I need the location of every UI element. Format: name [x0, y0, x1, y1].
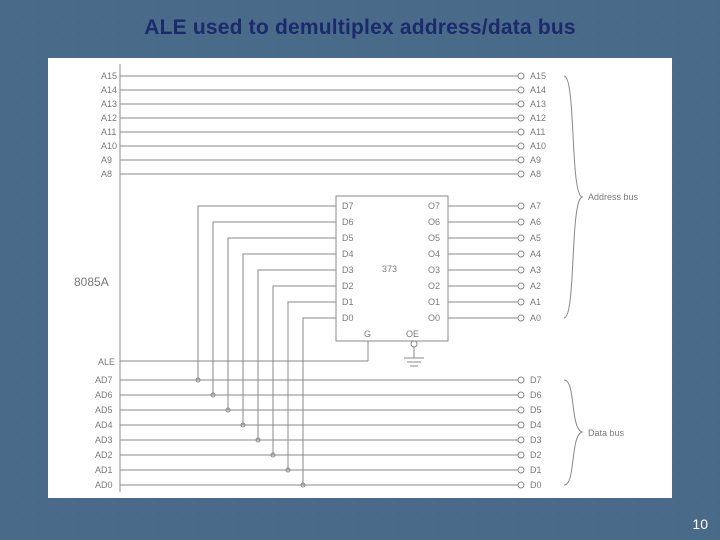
svg-text:D5: D5 — [530, 405, 542, 415]
svg-text:A0: A0 — [530, 313, 541, 323]
slide-title: ALE used to demultiplex address/data bus — [0, 16, 720, 40]
svg-text:A6: A6 — [530, 217, 541, 227]
svg-text:AD4: AD4 — [95, 420, 113, 430]
svg-text:A13: A13 — [101, 99, 117, 109]
svg-text:A2: A2 — [530, 281, 541, 291]
svg-text:AD6: AD6 — [95, 390, 113, 400]
svg-text:O7: O7 — [428, 201, 440, 211]
latch-pins: D7 O7 A7 D6 O6 A6 D5 O5 A5 D4 O4 A4 — [342, 201, 541, 323]
svg-text:AD2: AD2 — [95, 450, 113, 460]
schematic-diagram: 8085A A15 A15 A14 A14 A13 A13 A12 A12 — [48, 58, 672, 498]
ad-bus-group: AD7 D7 AD6 D6 AD5 D5 AD4 D4 — [95, 206, 542, 490]
svg-text:AD7: AD7 — [95, 375, 113, 385]
svg-text:D1: D1 — [530, 465, 542, 475]
ground-icon — [404, 358, 424, 366]
svg-text:A3: A3 — [530, 265, 541, 275]
svg-text:AD0: AD0 — [95, 480, 113, 490]
svg-text:D0: D0 — [530, 480, 542, 490]
svg-text:AD3: AD3 — [95, 435, 113, 445]
svg-text:O2: O2 — [428, 281, 440, 291]
svg-text:O1: O1 — [428, 297, 440, 307]
svg-text:OE: OE — [406, 329, 419, 339]
svg-text:A9: A9 — [530, 155, 541, 165]
svg-text:D4: D4 — [342, 249, 354, 259]
svg-text:D2: D2 — [342, 281, 354, 291]
svg-text:O4: O4 — [428, 249, 440, 259]
svg-text:A4: A4 — [530, 249, 541, 259]
svg-text:O6: O6 — [428, 217, 440, 227]
svg-text:A8: A8 — [101, 169, 112, 179]
data-bus-brace — [564, 380, 582, 485]
svg-text:D3: D3 — [342, 265, 354, 275]
svg-text:A9: A9 — [101, 155, 112, 165]
svg-text:A10: A10 — [101, 141, 117, 151]
svg-text:AD5: AD5 — [95, 405, 113, 415]
svg-text:A10: A10 — [530, 141, 546, 151]
svg-text:A14: A14 — [530, 85, 546, 95]
svg-text:A7: A7 — [530, 201, 541, 211]
svg-text:A11: A11 — [101, 127, 116, 137]
svg-text:D4: D4 — [530, 420, 542, 430]
svg-text:D5: D5 — [342, 233, 354, 243]
svg-text:D6: D6 — [530, 390, 542, 400]
address-high-group: A15 A15 A14 A14 A13 A13 A12 A12 A11 A11 — [101, 71, 546, 179]
svg-text:A5: A5 — [530, 233, 541, 243]
svg-text:D0: D0 — [342, 313, 354, 323]
page-number: 10 — [692, 516, 708, 532]
svg-text:A12: A12 — [101, 113, 117, 123]
address-bus-label: Address bus — [588, 192, 639, 202]
data-bus-label: Data bus — [588, 428, 625, 438]
svg-text:O0: O0 — [428, 313, 440, 323]
svg-text:O5: O5 — [428, 233, 440, 243]
svg-text:A1: A1 — [530, 297, 541, 307]
svg-text:A15: A15 — [101, 71, 117, 81]
processor-label: 8085A — [74, 275, 109, 289]
address-bus-brace — [564, 76, 582, 318]
schematic-svg: 8085A A15 A15 A14 A14 A13 A13 A12 A12 — [48, 58, 672, 498]
svg-text:D3: D3 — [530, 435, 542, 445]
svg-text:G: G — [364, 329, 371, 339]
svg-text:O3: O3 — [428, 265, 440, 275]
svg-text:D6: D6 — [342, 217, 354, 227]
svg-text:A13: A13 — [530, 99, 546, 109]
svg-text:D7: D7 — [530, 375, 542, 385]
svg-text:A8: A8 — [530, 169, 541, 179]
latch-label: 373 — [382, 264, 397, 274]
svg-text:A15: A15 — [530, 71, 546, 81]
svg-text:A12: A12 — [530, 113, 546, 123]
svg-text:D7: D7 — [342, 201, 354, 211]
svg-text:AD1: AD1 — [95, 465, 113, 475]
slide: ALE used to demultiplex address/data bus… — [0, 0, 720, 540]
ale-label: ALE — [98, 357, 115, 367]
svg-text:A14: A14 — [101, 85, 117, 95]
svg-text:D2: D2 — [530, 450, 542, 460]
svg-text:D1: D1 — [342, 297, 354, 307]
svg-text:A11: A11 — [530, 127, 545, 137]
